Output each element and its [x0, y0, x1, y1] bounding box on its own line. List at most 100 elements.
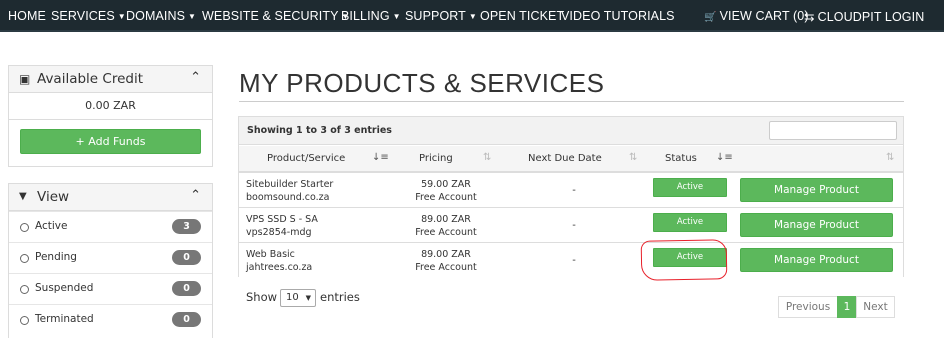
page-length-select[interactable]: 10 ▼ [280, 289, 316, 307]
pagination-previous[interactable]: Previous [778, 296, 838, 318]
nav-open-ticket[interactable]: OPEN TICKET [480, 9, 564, 23]
available-credit-panel: ▣ Available Credit ⌃ 0.00 ZAR + Add Fund… [8, 65, 213, 167]
page-length-value: 10 [286, 292, 299, 303]
available-credit-header[interactable]: ▣ Available Credit ⌃ [9, 66, 212, 93]
view-filter-label: Suspended [35, 282, 94, 294]
table-row[interactable]: Web Basic jahtrees.co.za 89.00 ZAR Free Ac… [239, 243, 903, 278]
billing-cycle: Free Account [415, 192, 477, 203]
product-domain: jahtrees.co.za [246, 262, 313, 273]
nav-domains-label: DOMAINS [126, 9, 186, 23]
view-filter-terminated[interactable]: Terminated 0 [9, 304, 212, 335]
credit-balance: 0.00 ZAR [9, 93, 212, 120]
table-header: Product/Service ↓≡ Pricing ⇅ Next Due Da… [239, 146, 903, 173]
sort-icon[interactable]: ⇅ [483, 152, 491, 163]
nav-home[interactable]: HOME [8, 9, 46, 23]
column-pricing[interactable]: Pricing [419, 153, 453, 164]
column-status[interactable]: Status [665, 153, 697, 164]
nav-view-cart-label: VIEW CART (0) [719, 9, 809, 23]
sort-icon[interactable]: ⇅ [886, 152, 894, 163]
caret-down-icon: ▼ [188, 12, 197, 21]
view-filter-label: Pending [35, 251, 77, 263]
nav-services[interactable]: SERVICES ▼ [51, 9, 126, 23]
view-filter-panel: ▼ View ⌃ Active 3 Pending 0 Suspended 0 … [8, 183, 213, 338]
caret-down-icon: ▼ [117, 12, 126, 21]
product-name: VPS SSD S - SA [246, 214, 318, 225]
manage-product-button[interactable]: Manage Product [740, 178, 893, 202]
manage-product-button[interactable]: Manage Product [740, 213, 893, 237]
nav-billing-label: BILLING [341, 9, 390, 23]
length-entries-label: entries [320, 290, 360, 304]
nav-video-tutorials[interactable]: VIDEO TUTORIALS [561, 9, 675, 23]
radio-icon [20, 285, 29, 294]
nav-support[interactable]: SUPPORT ▼ [405, 9, 477, 23]
top-navbar: HOME SERVICES ▼ DOMAINS ▼ WEBSITE & SECURI… [0, 0, 944, 32]
pricing-cell: 59.00 ZAR Free Account [391, 178, 501, 204]
view-filter-label: Active [35, 220, 68, 232]
count-badge: 0 [172, 250, 201, 265]
nav-view-cart[interactable]: 🛒 VIEW CART (0) [704, 9, 809, 23]
caret-down-icon: ▼ [392, 12, 401, 21]
table-row[interactable]: Sitebuilder Starter boomsound.co.za 59.00… [239, 173, 903, 208]
title-divider [239, 101, 904, 102]
product-cell: Web Basic jahtrees.co.za [246, 248, 312, 274]
view-filter-label: Terminated [35, 313, 94, 325]
caret-down-icon: ▼ [305, 294, 311, 302]
next-due-date: - [572, 220, 576, 231]
sort-icon[interactable]: ⇅ [629, 152, 637, 163]
pricing-cell: 89.00 ZAR Free Account [391, 248, 501, 274]
column-product[interactable]: Product/Service [267, 153, 345, 164]
page-title: MY PRODUCTS & SERVICES [239, 68, 605, 98]
products-table: Showing 1 to 3 of 3 entries Product/Serv… [238, 116, 904, 278]
pagination-page-1[interactable]: 1 [837, 296, 857, 318]
table-toolbar: Showing 1 to 3 of 3 entries [239, 117, 903, 145]
pricing-cell: 89.00 ZAR Free Account [391, 213, 501, 239]
nav-support-label: SUPPORT [405, 9, 466, 23]
view-filter-pending[interactable]: Pending 0 [9, 242, 212, 273]
nav-website-security-label: WEBSITE & SECURITY [202, 9, 339, 23]
view-filter-header[interactable]: ▼ View ⌃ [9, 184, 212, 211]
next-due-date: - [572, 255, 576, 266]
annotation-circle [640, 239, 728, 281]
chevron-up-icon[interactable]: ⌃ [190, 188, 201, 203]
nav-login-label: CLOUDPIT LOGIN [817, 10, 925, 24]
product-name: Web Basic [246, 249, 295, 260]
status-badge: Active [653, 213, 727, 232]
pagination-next[interactable]: Next [856, 296, 895, 318]
available-credit-title: Available Credit [37, 71, 143, 87]
price-amount: 89.00 ZAR [421, 249, 471, 260]
nav-website-security[interactable]: WEBSITE & SECURITY ▼ [202, 9, 350, 23]
credit-footer: + Add Funds [9, 120, 212, 165]
sort-desc-icon[interactable]: ↓≡ [716, 152, 733, 163]
table-search-input[interactable] [769, 121, 897, 140]
login-icon: ⇆ [804, 10, 815, 24]
nav-billing[interactable]: BILLING ▼ [341, 9, 401, 23]
count-badge: 0 [172, 312, 201, 327]
cart-icon: 🛒 [704, 12, 717, 23]
price-amount: 59.00 ZAR [421, 179, 471, 190]
column-next-due-date[interactable]: Next Due Date [528, 153, 602, 164]
count-badge: 3 [172, 219, 201, 234]
view-filter-suspended[interactable]: Suspended 0 [9, 273, 212, 304]
nav-login[interactable]: ⇆ CLOUDPIT LOGIN [804, 9, 924, 24]
price-amount: 89.00 ZAR [421, 214, 471, 225]
entries-info: Showing 1 to 3 of 3 entries [247, 125, 392, 136]
count-badge: 0 [172, 281, 201, 296]
radio-icon [20, 254, 29, 263]
caret-down-icon: ▼ [468, 12, 477, 21]
nav-domains[interactable]: DOMAINS ▼ [126, 9, 196, 23]
product-name: Sitebuilder Starter [246, 179, 334, 190]
view-filter-active[interactable]: Active 3 [9, 211, 212, 242]
status-badge: Active [653, 178, 727, 197]
manage-product-button[interactable]: Manage Product [740, 248, 893, 272]
sort-desc-icon[interactable]: ↓≡ [372, 152, 389, 163]
table-row[interactable]: VPS SSD S - SA vps2854-mdg 89.00 ZAR Free … [239, 208, 903, 243]
add-funds-button[interactable]: + Add Funds [20, 129, 201, 154]
chevron-up-icon[interactable]: ⌃ [190, 70, 201, 85]
view-filter-title: View [37, 189, 70, 205]
billing-cycle: Free Account [415, 262, 477, 273]
product-domain: vps2854-mdg [246, 227, 312, 238]
radio-icon [20, 316, 29, 325]
billing-cycle: Free Account [415, 227, 477, 238]
nav-services-label: SERVICES [51, 9, 115, 23]
product-cell: VPS SSD S - SA vps2854-mdg [246, 213, 318, 239]
